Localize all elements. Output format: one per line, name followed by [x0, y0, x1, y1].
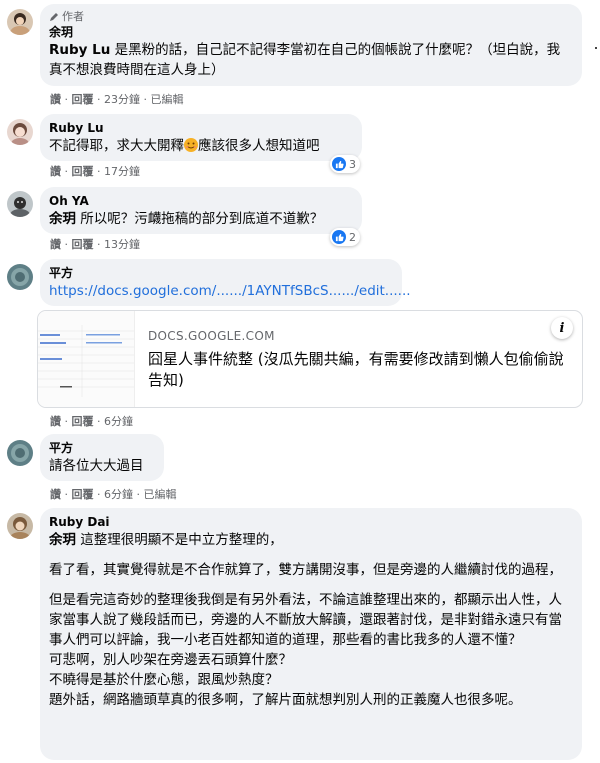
pencil-icon [50, 13, 58, 21]
reply-button[interactable]: 回覆 [72, 415, 94, 428]
smile-emoji-icon [184, 138, 198, 152]
comment-paragraph: 可悲啊，別人吵架在旁邊丟石頭算什麼？ [49, 652, 292, 668]
reply-button[interactable]: 回覆 [72, 238, 94, 251]
like-button[interactable]: 讚 [50, 488, 61, 501]
avatar[interactable] [7, 264, 33, 290]
comment-bubble: 平方 請各位大大過目 [40, 434, 164, 481]
avatar[interactable] [7, 9, 33, 35]
comment-text: 余玥 這整理很明顯不是中立方整理的， [49, 532, 283, 548]
card-title[interactable]: 囧星人事件統整 (沒瓜先關共編，有需要修改請到懶人包偷偷說告知) [148, 349, 573, 391]
comment-author[interactable]: Ruby Lu [49, 120, 352, 136]
comment-actions: 讚 · 回覆 · 13分鐘 [50, 238, 140, 251]
like-button[interactable]: 讚 [50, 415, 61, 428]
mention-link[interactable]: 余玥 [49, 532, 76, 548]
comment-text: 余玥 所以呢？污衊拖稿的部分到底道不道歉？ [49, 211, 324, 227]
comment-bubble: 作者 余玥 Ruby Lu 是黑粉的話，自己記不記得李當初在自己的個帳說了什麼呢… [40, 4, 582, 86]
comment-paragraph: 題外話，網路牆頭草真的很多啊，了解片面就想判別人刑的正義魔人也很多呢。 [49, 692, 522, 708]
comment-bubble: Ruby Dai 余玥 這整理很明顯不是中立方整理的， 看了看，其實覺得就是不合… [40, 508, 582, 760]
timestamp[interactable]: 6分鐘 [104, 488, 133, 501]
reaction-count[interactable]: 2 [330, 228, 360, 246]
info-icon[interactable]: i [551, 317, 573, 339]
comment-actions: 讚 · 回覆 · 23分鐘 · 已編輯 [50, 93, 184, 106]
comment-paragraph: 不曉得是基於什麼心態，跟風炒熱度？ [49, 672, 279, 688]
comment-actions: 讚 · 回覆 · 6分鐘 · 已編輯 [50, 488, 177, 501]
comment-actions: 讚 · 回覆 · 17分鐘 [50, 165, 140, 178]
comment-text: 請各位大大過目 [49, 458, 144, 474]
reply-button[interactable]: 回覆 [72, 93, 94, 106]
timestamp[interactable]: 17分鐘 [104, 165, 140, 178]
comment-author[interactable]: Ruby Dai [49, 514, 572, 530]
reply-button[interactable]: 回覆 [72, 488, 94, 501]
edited-label[interactable]: 已編輯 [144, 488, 177, 501]
scrollbar-marker[interactable] [595, 47, 597, 49]
thumbs-up-icon [332, 157, 346, 171]
avatar[interactable] [7, 513, 33, 539]
avatar[interactable] [7, 191, 33, 217]
comment-paragraph: 但是看完這奇妙的整理後我倒是有另外看法，不論這誰整理出來的，都顯示出人性，人家當… [49, 592, 562, 648]
comment-bubble: 平方 https://docs.google.com/....../1AYNTf… [40, 259, 411, 306]
comment-bubble: Oh YA 余玥 所以呢？污衊拖稿的部分到底道不道歉？ [40, 187, 362, 234]
timestamp[interactable]: 23分鐘 [104, 93, 140, 106]
like-button[interactable]: 讚 [50, 238, 61, 251]
avatar[interactable] [7, 440, 33, 466]
avatar[interactable] [7, 119, 33, 145]
thumbs-up-icon [332, 230, 346, 244]
reaction-count[interactable]: 3 [330, 155, 360, 173]
edited-label[interactable]: 已編輯 [151, 93, 184, 106]
comment-author[interactable]: 平方 [49, 265, 392, 281]
comment-paragraph: 看了看，其實覺得就是不合作就算了，雙方講開沒事，但是旁邊的人繼續討伐的過程， [49, 562, 562, 578]
comment-author[interactable]: 平方 [49, 440, 154, 456]
comment-bubble: Ruby Lu 不記得耶，求大大開釋 應該很多人想知道吧 [40, 114, 362, 161]
comment-actions: 讚 · 回覆 · 6分鐘 [50, 415, 133, 428]
docs-link[interactable]: https://docs.google.com/....../1AYNTfSBc… [49, 281, 411, 301]
comment-text: Ruby Lu 是黑粉的話，自己記不記得李當初在自己的個帳說了什麼呢？（坦白說，… [49, 42, 561, 78]
author-badge: 作者 [49, 10, 572, 24]
document-thumbnail [38, 311, 135, 407]
comment-author[interactable]: Oh YA [49, 193, 352, 209]
like-button[interactable]: 讚 [50, 93, 61, 106]
reply-button[interactable]: 回覆 [72, 165, 94, 178]
timestamp[interactable]: 6分鐘 [104, 415, 133, 428]
mention-link[interactable]: 余玥 [49, 211, 76, 227]
mention-link[interactable]: Ruby Lu [49, 42, 110, 58]
timestamp[interactable]: 13分鐘 [104, 238, 140, 251]
comment-text: 不記得耶，求大大開釋 應該很多人想知道吧 [49, 138, 320, 154]
like-button[interactable]: 讚 [50, 165, 61, 178]
card-domain: DOCS.GOOGLE.COM [148, 329, 275, 343]
comment-author[interactable]: 余玥 [49, 24, 572, 40]
link-preview-card[interactable]: DOCS.GOOGLE.COM 囧星人事件統整 (沒瓜先關共編，有需要修改請到懶… [37, 310, 583, 408]
